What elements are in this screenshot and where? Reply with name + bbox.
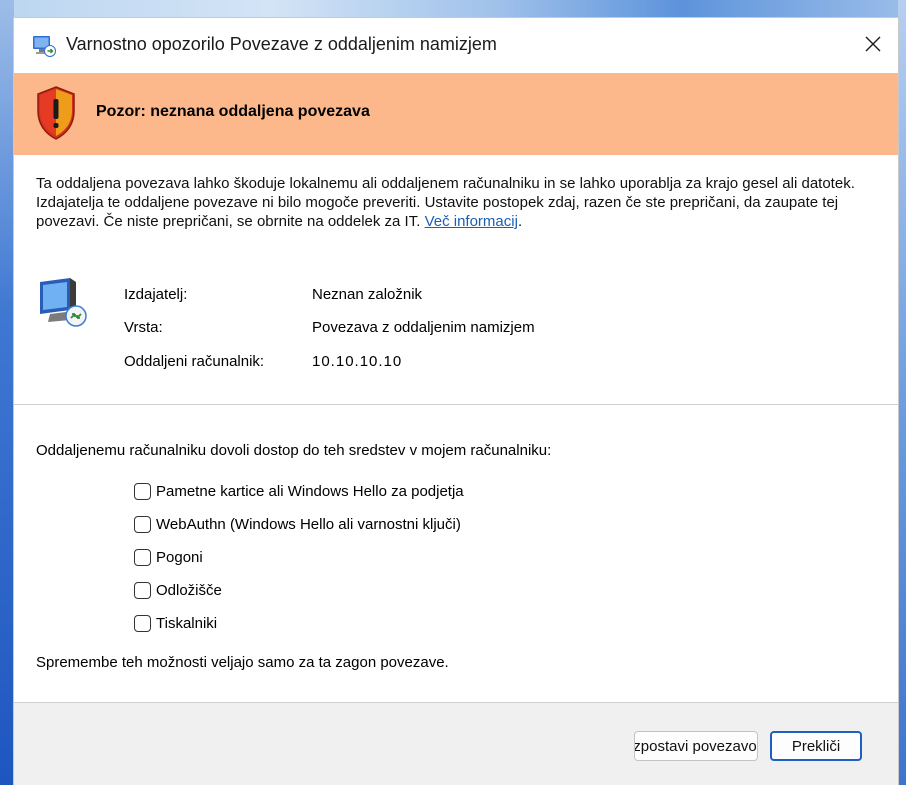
warning-description: Ta oddaljena povezava lahko škoduje loka… <box>36 174 872 231</box>
checkbox-box[interactable] <box>134 482 151 500</box>
more-info-link[interactable]: Več informacij <box>425 213 518 230</box>
connect-button[interactable]: Vzpostavi povezavo <box>634 731 758 761</box>
remote-computer-icon <box>40 278 87 327</box>
checkbox-label: Pametne kartice ali Windows Hello za pod… <box>156 482 464 500</box>
settings-note: Spremembe teh možnosti veljajo samo za t… <box>36 654 449 671</box>
warning-shield-icon <box>37 86 75 140</box>
cancel-button-label: Prekliči <box>791 737 841 755</box>
warning-heading: Pozor: neznana oddaljena povezava <box>96 103 370 120</box>
checkbox-label: Pogoni <box>156 548 203 566</box>
checkbox-drives[interactable]: Pogoni <box>134 546 203 568</box>
cancel-button[interactable]: Prekliči <box>770 731 862 761</box>
type-label: Vrsta: <box>124 319 163 336</box>
remote-desktop-icon <box>33 36 56 57</box>
title-bar: Varnostno opozorilo Povezave z oddaljeni… <box>14 18 898 72</box>
close-button[interactable] <box>852 24 894 64</box>
remote-computer-label: Oddaljeni računalnik: <box>124 353 265 370</box>
checkbox-label: Odložišče <box>156 581 222 599</box>
checkbox-label: WebAuthn (Windows Hello ali varnostni kl… <box>156 515 461 533</box>
checkbox-printers[interactable]: Tiskalniki <box>134 612 217 634</box>
checkbox-clipboard[interactable]: Odložišče <box>134 579 222 601</box>
security-warning-dialog: Varnostno opozorilo Povezave z oddaljeni… <box>14 18 898 785</box>
checkbox-box[interactable] <box>134 581 151 599</box>
checkbox-box[interactable] <box>134 548 151 566</box>
close-icon <box>865 36 881 52</box>
description-suffix: . <box>517 213 523 230</box>
checkbox-smart-cards[interactable]: Pametne kartice ali Windows Hello za pod… <box>134 480 464 502</box>
type-value: Povezava z oddaljenim namizjem <box>312 319 535 336</box>
checkbox-box[interactable] <box>134 515 151 533</box>
desktop-background-right <box>898 0 906 785</box>
publisher-value: Neznan založnik <box>312 286 423 303</box>
checkbox-box[interactable] <box>134 614 151 632</box>
publisher-label: Izdajatelj: <box>124 286 188 303</box>
button-bar: Vzpostavi povezavo Prekliči <box>14 703 898 785</box>
warning-banner: Pozor: neznana oddaljena povezava <box>14 73 898 155</box>
desktop-background <box>0 0 906 18</box>
connect-button-label: Vzpostavi povezavo <box>634 737 757 755</box>
window-title: Varnostno opozorilo Povezave z oddaljeni… <box>66 34 497 54</box>
desktop-background-left <box>0 0 14 785</box>
checkbox-webauthn[interactable]: WebAuthn (Windows Hello ali varnostni kl… <box>134 513 461 535</box>
checkbox-label: Tiskalniki <box>156 614 218 632</box>
divider-top <box>14 404 898 405</box>
remote-computer-value: 10.10.10.10 <box>312 353 403 370</box>
resources-prompt: Oddaljenemu računalniku dovoli dostop do… <box>36 442 552 459</box>
